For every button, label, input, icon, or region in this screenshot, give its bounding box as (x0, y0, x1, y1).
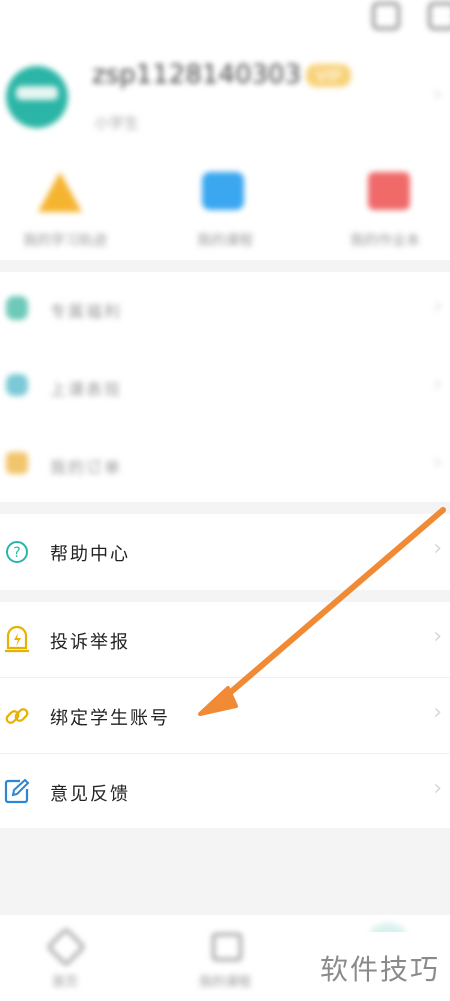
annotation-arrow-icon (198, 507, 446, 716)
